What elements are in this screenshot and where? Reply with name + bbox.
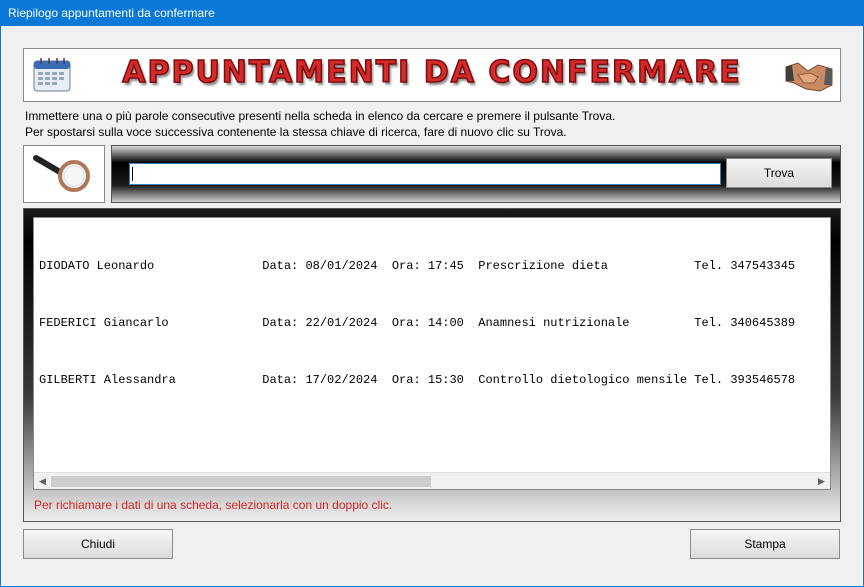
search-image-box <box>23 145 105 203</box>
instruction-line-2: Per spostarsi sulla voce successiva cont… <box>25 125 567 139</box>
search-panel: Trova <box>111 145 841 203</box>
horizontal-scrollbar[interactable]: ◀ ▶ <box>34 472 830 489</box>
list-item[interactable]: GILBERTI Alessandra Data: 17/02/2024 Ora… <box>39 371 795 390</box>
print-button[interactable]: Stampa <box>690 529 840 559</box>
list-item[interactable]: DIODATO Leonardo Data: 08/01/2024 Ora: 1… <box>39 257 795 276</box>
search-input[interactable] <box>129 163 721 185</box>
banner: APPUNTAMENTI DA CONFERMARE <box>23 48 841 102</box>
banner-title: APPUNTAMENTI DA CONFERMARE <box>122 54 742 91</box>
dialog-body: APPUNTAMENTI DA CONFERMARE Immettere una… <box>1 26 863 586</box>
results-list[interactable]: DIODATO Leonardo Data: 08/01/2024 Ora: 1… <box>33 217 831 490</box>
scroll-left-icon[interactable]: ◀ <box>34 473 51 489</box>
scroll-right-icon[interactable]: ▶ <box>813 473 830 489</box>
list-item[interactable]: FEDERICI Giancarlo Data: 22/01/2024 Ora:… <box>39 314 795 333</box>
close-button[interactable]: Chiudi <box>23 529 173 559</box>
find-button[interactable]: Trova <box>726 158 832 188</box>
magnifier-icon <box>33 155 90 192</box>
results-panel: DIODATO Leonardo Data: 08/01/2024 Ora: 1… <box>23 208 841 522</box>
text-caret <box>132 167 133 181</box>
double-click-hint: Per richiamare i dati di una scheda, sel… <box>34 498 393 512</box>
scrollbar-thumb[interactable] <box>51 476 431 487</box>
results-rows: DIODATO Leonardo Data: 08/01/2024 Ora: 1… <box>39 219 795 428</box>
handshake-icon <box>785 62 833 92</box>
instruction-line-1: Immettere una o più parole consecutive p… <box>25 109 616 123</box>
window-title: Riepilogo appuntamenti da confermare <box>0 0 864 26</box>
